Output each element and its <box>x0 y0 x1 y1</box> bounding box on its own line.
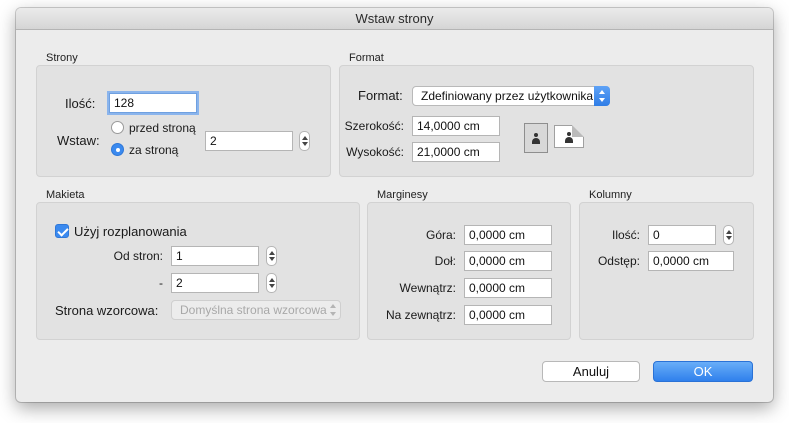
to-pages-label: - <box>159 276 163 290</box>
column-gap-label: Odstęp: <box>597 254 640 268</box>
insert-page-number-input[interactable]: 2 <box>205 131 293 151</box>
radio-before-label: przed stroną <box>129 121 196 135</box>
column-gap-input[interactable]: 0,0000 cm <box>648 251 734 271</box>
format-label: Format: <box>358 88 403 103</box>
column-count-input[interactable]: 0 <box>648 225 716 245</box>
bottom-margin-input[interactable]: 0,0000 cm <box>464 251 552 271</box>
marginesy-section-label: Marginesy <box>377 189 428 201</box>
popup-arrows-icon <box>594 86 610 106</box>
from-page-stepper[interactable] <box>266 246 277 266</box>
radio-after-label: za stroną <box>129 143 179 157</box>
kolumny-section-label: Kolumny <box>589 189 632 201</box>
ok-button[interactable]: OK <box>653 361 753 382</box>
radio-before-page[interactable] <box>111 121 124 134</box>
window-title: Wstaw strony <box>16 8 773 30</box>
width-label: Szerokość: <box>344 119 404 133</box>
wstaw-label: Wstaw: <box>57 133 100 148</box>
popup-arrows-icon <box>325 300 341 320</box>
marginesy-panel: Góra: 0,0000 cm Doł: 0,0000 cm Wewnątrz:… <box>367 202 571 340</box>
use-layout-label: Użyj rozplanowania <box>74 224 187 239</box>
height-label: Wysokość: <box>346 145 404 159</box>
makieta-panel: Użyj rozplanowania Od stron: 1 - 2 Stron… <box>36 202 360 340</box>
master-page-popup-value: Domyślna strona wzorcowa <box>180 303 327 317</box>
top-margin-input[interactable]: 0,0000 cm <box>464 225 552 245</box>
inner-margin-input[interactable]: 0,0000 cm <box>464 278 552 298</box>
from-pages-label: Od stron: <box>113 249 163 263</box>
from-page-input[interactable]: 1 <box>171 246 259 266</box>
bottom-margin-label: Doł: <box>434 254 456 268</box>
height-input[interactable]: 21,0000 cm <box>412 142 500 162</box>
person-icon <box>564 132 574 143</box>
use-layout-checkbox[interactable] <box>55 224 69 238</box>
format-popup-value: Zdefiniowany przez użytkownika <box>421 89 594 103</box>
format-panel: Format: Zdefiniowany przez użytkownika S… <box>339 65 754 177</box>
inner-margin-label: Wewnątrz: <box>399 281 456 295</box>
outer-margin-label: Na zewnątrz: <box>385 308 456 322</box>
portrait-orientation-button[interactable] <box>524 123 548 153</box>
to-page-input[interactable]: 2 <box>171 273 259 293</box>
ilosc-label: Ilość: <box>65 96 96 111</box>
top-margin-label: Góra: <box>425 228 456 242</box>
strony-section-label: Strony <box>46 52 78 64</box>
outer-margin-input[interactable]: 0,0000 cm <box>464 305 552 325</box>
column-count-label: Ilość: <box>611 228 640 242</box>
strony-panel: Ilość: 128 Wstaw: przed stroną za stroną… <box>36 65 331 177</box>
page-count-input[interactable]: 128 <box>109 93 197 113</box>
cancel-button[interactable]: Anuluj <box>542 361 640 382</box>
landscape-orientation-button[interactable] <box>554 125 584 148</box>
makieta-section-label: Makieta <box>46 189 85 201</box>
person-icon <box>531 133 541 144</box>
insert-page-stepper[interactable] <box>299 131 310 151</box>
insert-pages-dialog: Wstaw strony Strony Ilość: 128 Wstaw: pr… <box>16 8 773 402</box>
format-section-label: Format <box>349 52 384 64</box>
width-input[interactable]: 14,0000 cm <box>412 116 500 136</box>
to-page-stepper[interactable] <box>266 273 277 293</box>
master-page-label: Strona wzorcowa: <box>55 303 159 318</box>
master-page-popup[interactable]: Domyślna strona wzorcowa <box>171 300 341 320</box>
kolumny-panel: Ilość: 0 Odstęp: 0,0000 cm <box>579 202 754 340</box>
column-count-stepper[interactable] <box>723 225 734 245</box>
radio-after-page[interactable] <box>111 143 124 156</box>
format-popup[interactable]: Zdefiniowany przez użytkownika <box>412 86 610 106</box>
